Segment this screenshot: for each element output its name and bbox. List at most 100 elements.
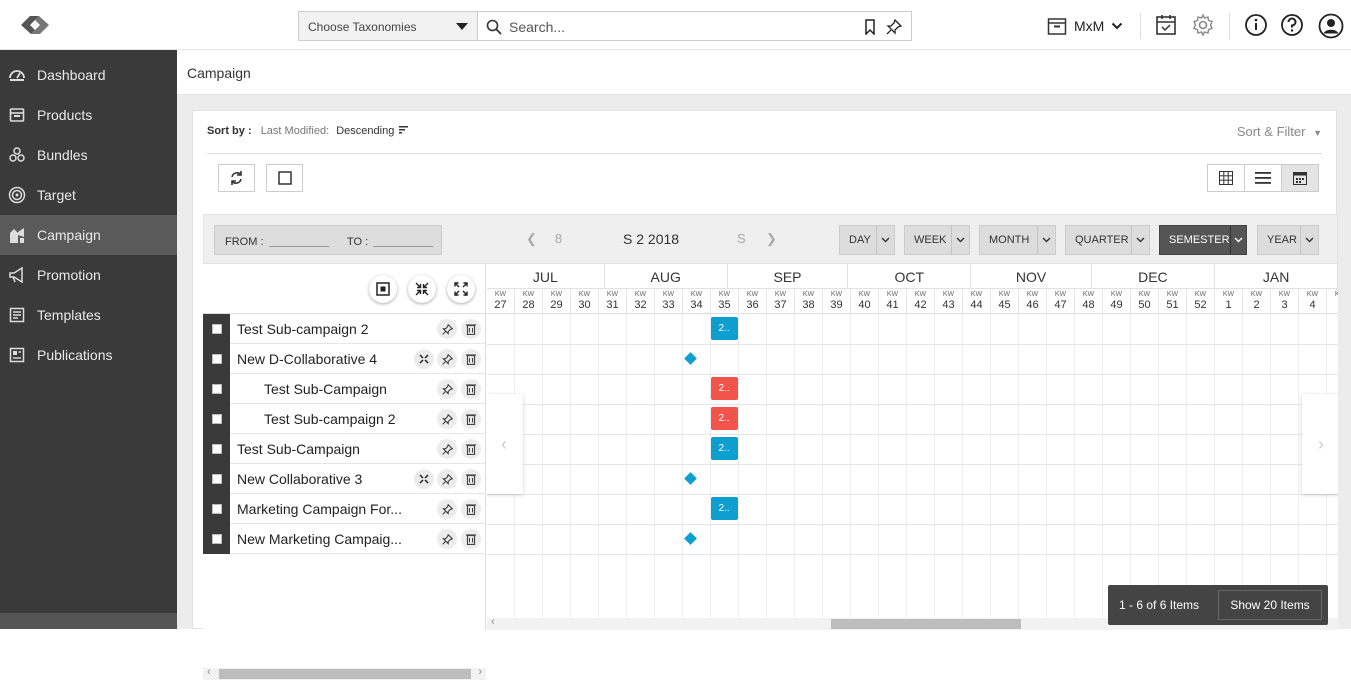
grid-view-button[interactable]	[1208, 165, 1245, 191]
sidebar-item-target[interactable]: Target	[0, 175, 177, 215]
show-items-button[interactable]: Show 20 Items	[1218, 590, 1322, 620]
collapse-row-button[interactable]	[414, 469, 434, 489]
row-checkbox[interactable]	[212, 324, 222, 334]
sidebar-item-bundles[interactable]: Bundles	[0, 135, 177, 175]
pin-icon[interactable]	[886, 19, 902, 35]
app-logo[interactable]	[17, 12, 53, 38]
chevron-left-icon[interactable]: ‹	[491, 616, 495, 628]
delete-row-button[interactable]	[461, 349, 481, 369]
templates-icon	[9, 307, 25, 323]
zoom-day-button[interactable]: DAY	[839, 225, 895, 255]
collapse-all-button[interactable]	[408, 275, 436, 303]
zoom-quarter-button[interactable]: QUARTER	[1065, 225, 1150, 255]
timeline-prev-button[interactable]: ‹	[487, 394, 523, 494]
prev-period[interactable]: 8	[555, 231, 562, 246]
task-row[interactable]: New D-Collaborative 4	[203, 344, 486, 374]
task-row[interactable]: Test Sub-Campaign	[203, 434, 486, 464]
milestone-diamond[interactable]	[684, 352, 697, 365]
task-row[interactable]: Test Sub-campaign 2	[203, 404, 486, 434]
calendar-icon[interactable]	[1155, 13, 1177, 37]
campaign-bar[interactable]: 2..	[710, 437, 738, 460]
sidebar-item-publications[interactable]: Publications	[0, 335, 177, 375]
row-checkbox[interactable]	[212, 444, 222, 454]
sidebar-item-templates[interactable]: Templates	[0, 295, 177, 335]
workspace-switcher[interactable]: MxM	[1047, 15, 1123, 37]
delete-row-button[interactable]	[461, 469, 481, 489]
sidebar-item-label: Templates	[37, 307, 101, 323]
pin-row-button[interactable]	[437, 379, 457, 399]
grid-line	[1242, 314, 1243, 630]
taxonomy-select[interactable]: Choose Taxonomies	[298, 11, 478, 41]
delete-row-button[interactable]	[461, 499, 481, 519]
list-view-button[interactable]	[1245, 165, 1282, 191]
pin-row-button[interactable]	[437, 469, 457, 489]
sort-filter-toggle[interactable]: Sort & Filter ▼	[1237, 124, 1322, 139]
campaign-bar[interactable]: 2..	[710, 377, 738, 400]
chevron-right-icon[interactable]: ›	[478, 666, 482, 678]
delete-row-button[interactable]	[461, 379, 481, 399]
chevron-left-icon[interactable]: ‹	[207, 666, 211, 678]
next-period[interactable]: S	[737, 231, 746, 246]
to-input[interactable]	[373, 246, 433, 247]
task-list-scrollbar[interactable]: ‹ ›	[203, 666, 486, 680]
collapse-row-button[interactable]	[414, 349, 434, 369]
week-column-header: KW 51	[1159, 289, 1187, 314]
sidebar-item-promotion[interactable]: Promotion	[0, 255, 177, 295]
task-row[interactable]: New Marketing Campaig...	[203, 524, 486, 554]
scrollbar-thumb[interactable]	[219, 669, 471, 679]
task-row[interactable]: Test Sub-campaign 2	[203, 314, 486, 344]
row-checkbox[interactable]	[212, 504, 222, 514]
fit-button[interactable]	[369, 275, 397, 303]
row-checkbox[interactable]	[212, 534, 222, 544]
week-number: 49	[1110, 299, 1123, 311]
sort-by[interactable]: Sort by : Last Modified: Descending	[207, 125, 409, 137]
pin-row-button[interactable]	[437, 439, 457, 459]
delete-row-button[interactable]	[461, 439, 481, 459]
pin-row-button[interactable]	[437, 499, 457, 519]
help-icon[interactable]	[1280, 13, 1304, 37]
task-row[interactable]: Marketing Campaign For...	[203, 494, 486, 524]
sidebar-item-campaign[interactable]: Campaign	[0, 215, 177, 255]
search-input[interactable]: Search...	[509, 19, 565, 35]
bookmark-icon[interactable]	[863, 19, 877, 35]
search-bar[interactable]: Search...	[478, 11, 912, 41]
scrollbar-thumb[interactable]	[831, 619, 1021, 629]
refresh-button[interactable]	[218, 164, 255, 192]
info-icon[interactable]	[1244, 13, 1268, 37]
delete-row-button[interactable]	[461, 529, 481, 549]
timeline-next-button[interactable]: ›	[1302, 394, 1338, 494]
sidebar-item-products[interactable]: Products	[0, 95, 177, 135]
zoom-month-button[interactable]: MONTH	[979, 225, 1056, 255]
delete-row-button[interactable]	[461, 319, 481, 339]
calendar-view-button[interactable]	[1282, 165, 1318, 191]
gear-icon[interactable]	[1191, 13, 1215, 37]
from-input[interactable]	[269, 246, 329, 247]
row-checkbox[interactable]	[212, 354, 222, 364]
user-avatar-icon[interactable]	[1318, 13, 1344, 39]
pin-row-button[interactable]	[437, 319, 457, 339]
campaign-bar[interactable]: 2..	[710, 407, 738, 430]
chevron-left-icon[interactable]: ❮	[526, 231, 537, 247]
select-all-button[interactable]	[266, 164, 303, 192]
pin-row-button[interactable]	[437, 349, 457, 369]
delete-row-button[interactable]	[461, 409, 481, 429]
zoom-year-button[interactable]: YEAR	[1257, 225, 1319, 255]
zoom-semester-button[interactable]: SEMESTER	[1159, 225, 1247, 255]
task-row[interactable]: Test Sub-Campaign	[203, 374, 486, 404]
campaign-bar[interactable]: 2..	[710, 497, 738, 520]
pin-row-button[interactable]	[437, 529, 457, 549]
row-checkbox[interactable]	[212, 384, 222, 394]
chevron-right-icon[interactable]: ❯	[766, 231, 777, 247]
milestone-diamond[interactable]	[684, 532, 697, 545]
row-checkbox[interactable]	[212, 474, 222, 484]
zoom-week-button[interactable]: WEEK	[904, 225, 970, 255]
milestone-diamond[interactable]	[684, 472, 697, 485]
pin-icon	[441, 413, 453, 425]
expand-all-button[interactable]	[447, 275, 475, 303]
task-row[interactable]: New Collaborative 3	[203, 464, 486, 494]
week-number: 33	[662, 299, 675, 311]
pin-row-button[interactable]	[437, 409, 457, 429]
sidebar-item-dashboard[interactable]: Dashboard	[0, 55, 177, 95]
campaign-bar[interactable]: 2..	[710, 317, 738, 340]
row-checkbox[interactable]	[212, 414, 222, 424]
